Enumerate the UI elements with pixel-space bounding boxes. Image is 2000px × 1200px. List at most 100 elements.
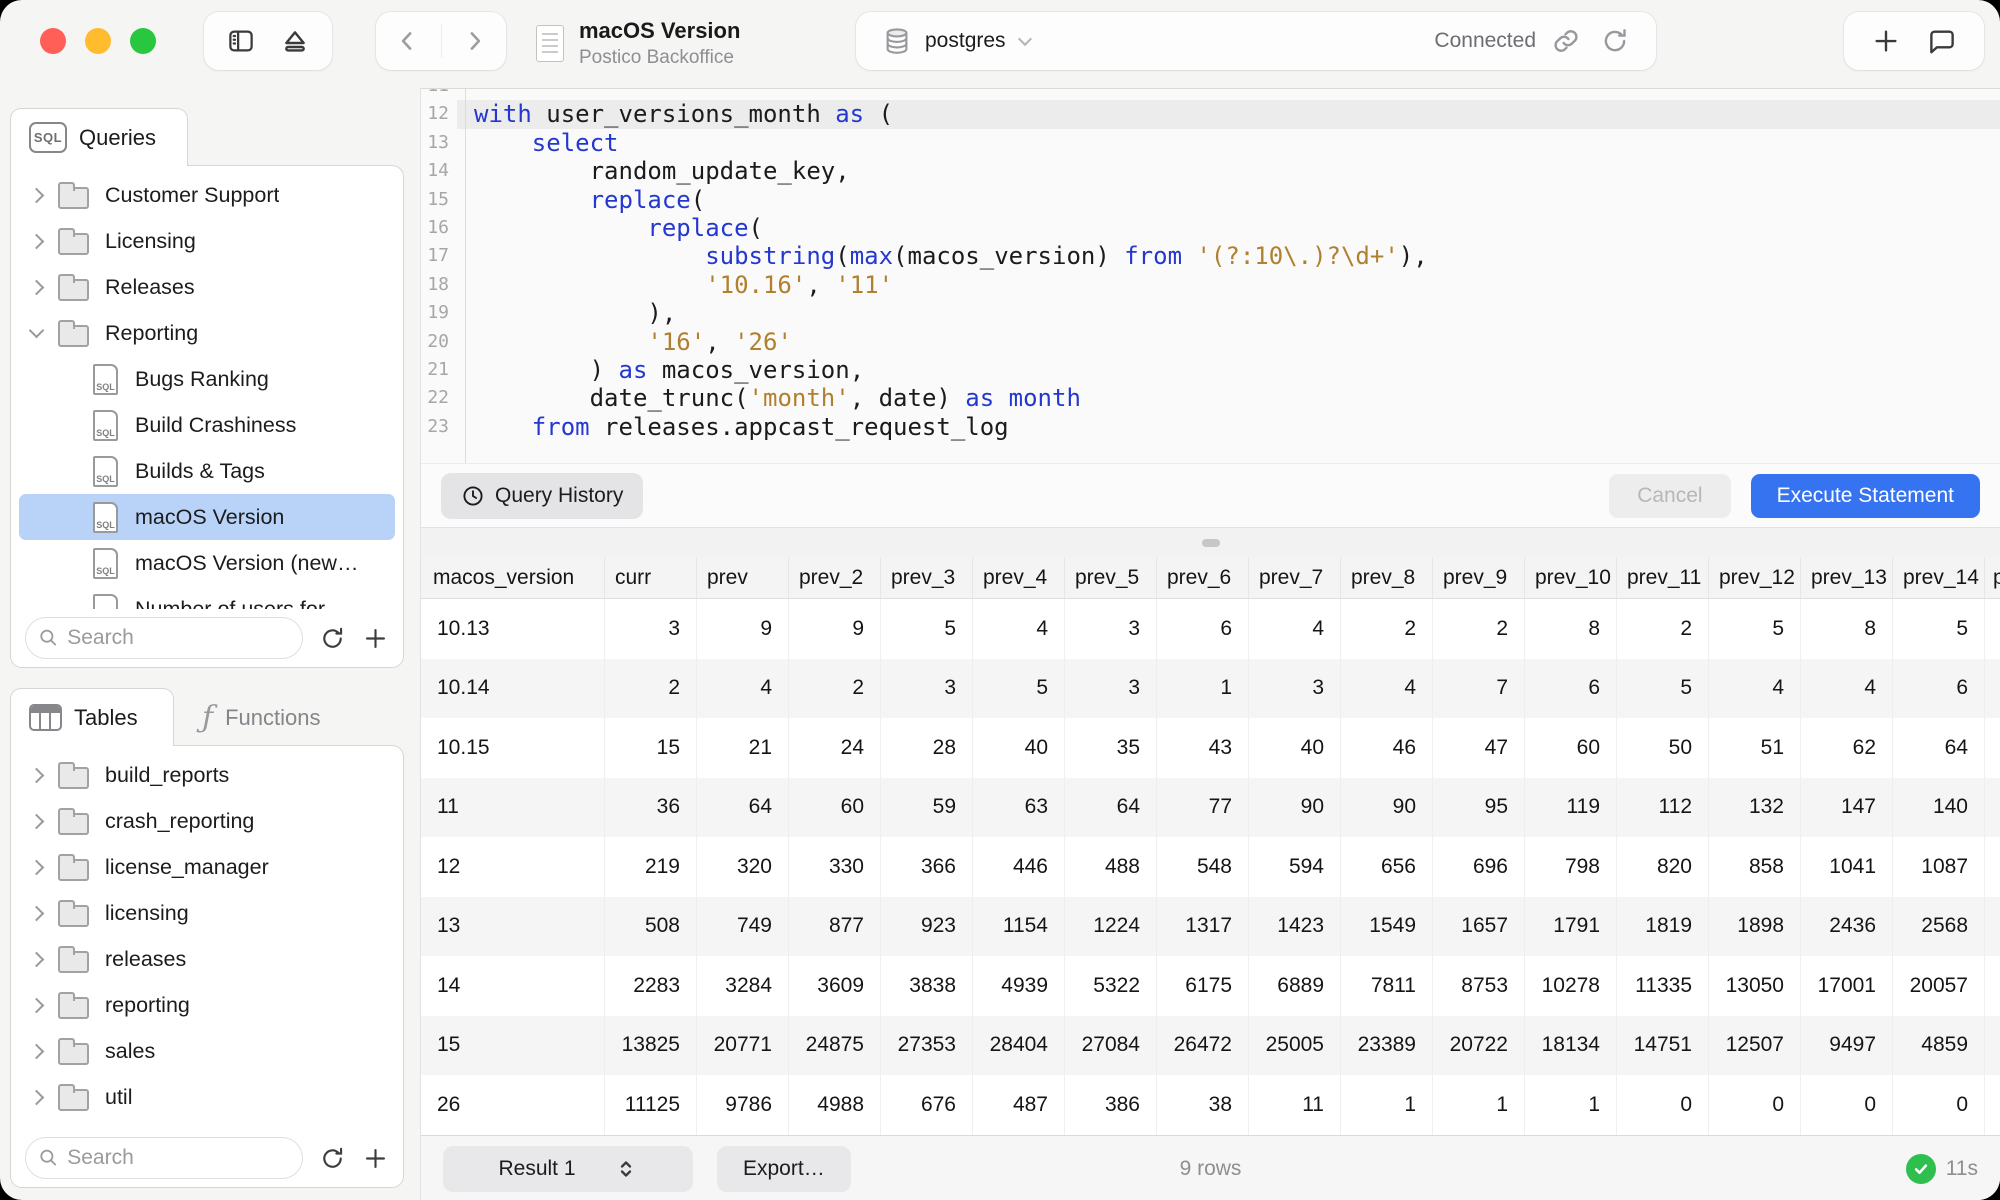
schema-folder-releases[interactable]: releases	[19, 936, 395, 982]
column-header-prev-14[interactable]: prev_14	[1893, 557, 1985, 599]
column-header-prev-2[interactable]: prev_2	[789, 557, 881, 599]
feedback-button[interactable]	[1927, 26, 1957, 56]
code-line-12[interactable]: 12with user_versions_month as (	[421, 100, 2000, 128]
column-header-prev[interactable]: prev	[697, 557, 789, 599]
schema-folder-reporting[interactable]: reporting	[19, 982, 395, 1028]
chevron-right-icon[interactable]	[29, 813, 45, 829]
query-item-bugs-ranking[interactable]: Bugs Ranking	[19, 356, 395, 402]
cancel-button[interactable]: Cancel	[1609, 474, 1730, 518]
result-row-10-14[interactable]: 10.14242353134765446	[421, 659, 2000, 719]
column-header-prev-5[interactable]: prev_5	[1065, 557, 1157, 599]
column-header-curr[interactable]: curr	[605, 557, 697, 599]
zoom-button[interactable]	[130, 28, 156, 54]
schema-folder-build-reports[interactable]: build_reports	[19, 752, 395, 798]
queries-refresh-button[interactable]	[319, 625, 346, 652]
result-row-11[interactable]: 1136646059636477909095119112132147140	[421, 778, 2000, 838]
chevron-right-icon[interactable]	[29, 905, 45, 921]
column-header-macos-version[interactable]: macos_version	[421, 557, 605, 599]
code-line-16[interactable]: 16 replace(	[421, 214, 2000, 242]
reconnect-button[interactable]	[1600, 25, 1630, 57]
queries-add-button[interactable]	[362, 625, 389, 652]
query-item-macos-version-new[interactable]: macOS Version (new…	[19, 540, 395, 586]
execute-statement-button[interactable]: Execute Statement	[1751, 474, 1980, 518]
code-line-14[interactable]: 14 random_update_key,	[421, 157, 2000, 185]
result-selector-button[interactable]: Result 1	[443, 1146, 693, 1192]
column-header-prev-8[interactable]: prev_8	[1341, 557, 1433, 599]
chevron-right-icon[interactable]	[29, 279, 45, 295]
sql-editor[interactable]: 1112with user_versions_month as (13 sele…	[421, 89, 2000, 463]
query-item-number-of-users-for[interactable]: Number of users for…	[19, 586, 395, 609]
result-row-26[interactable]: 26111259786498867648738638111110000	[421, 1075, 2000, 1135]
code-line-11[interactable]: 11	[421, 89, 2000, 100]
column-header-prev-10[interactable]: prev_10	[1525, 557, 1617, 599]
column-header-prev-3[interactable]: prev_3	[881, 557, 973, 599]
code-line-18[interactable]: 18 '10.16', '11'	[421, 271, 2000, 299]
chevron-right-icon[interactable]	[29, 1089, 45, 1105]
tab-queries[interactable]: SQL Queries	[10, 108, 188, 166]
queries-search-input[interactable]	[67, 626, 294, 650]
query-item-builds-tags[interactable]: Builds & Tags	[19, 448, 395, 494]
splitter-handle[interactable]	[1202, 539, 1220, 547]
folder-item-releases[interactable]: Releases	[19, 264, 395, 310]
folder-item-customer-support[interactable]: Customer Support	[19, 172, 395, 218]
query-item-build-crashiness[interactable]: Build Crashiness	[19, 402, 395, 448]
chevron-right-icon[interactable]	[29, 1043, 45, 1059]
column-header-prev-7[interactable]: prev_7	[1249, 557, 1341, 599]
tables-refresh-button[interactable]	[319, 1145, 346, 1172]
folder-item-licensing[interactable]: Licensing	[19, 218, 395, 264]
pane-splitter[interactable]	[421, 527, 2000, 557]
close-button[interactable]	[40, 28, 66, 54]
chevron-down-icon[interactable]	[1017, 32, 1031, 46]
folder-item-reporting[interactable]: Reporting	[19, 310, 395, 356]
column-header-prev-11[interactable]: prev_11	[1617, 557, 1709, 599]
column-header-prev-13[interactable]: prev_13	[1801, 557, 1893, 599]
chevron-right-icon[interactable]	[29, 233, 45, 249]
code-line-15[interactable]: 15 replace(	[421, 186, 2000, 214]
schema-folder-license-manager[interactable]: license_manager	[19, 844, 395, 890]
export-button[interactable]: Export…	[717, 1146, 851, 1192]
result-row-13[interactable]: 1350874987792311541224131714231549165717…	[421, 897, 2000, 957]
chevron-right-icon[interactable]	[29, 859, 45, 875]
column-header-prev-9[interactable]: prev_9	[1433, 557, 1525, 599]
query-history-button[interactable]: Query History	[441, 473, 643, 519]
tables-search-field[interactable]	[25, 1137, 303, 1179]
code-line-13[interactable]: 13 select	[421, 129, 2000, 157]
column-header-prev-4[interactable]: prev_4	[973, 557, 1065, 599]
chevron-right-icon[interactable]	[29, 997, 45, 1013]
minimize-button[interactable]	[85, 28, 111, 54]
disconnect-button[interactable]	[278, 25, 312, 57]
queries-search-field[interactable]	[25, 617, 303, 659]
code-line-19[interactable]: 19 ),	[421, 299, 2000, 327]
forward-button[interactable]	[461, 26, 487, 56]
result-row-10-13[interactable]: 10.13399543642282585	[421, 599, 2000, 659]
code-line-17[interactable]: 17 substring(max(macos_version) from '(?…	[421, 242, 2000, 270]
back-button[interactable]	[395, 26, 421, 56]
column-header-prev-6[interactable]: prev_6	[1157, 557, 1249, 599]
tables-add-button[interactable]	[362, 1145, 389, 1172]
schema-folder-licensing[interactable]: licensing	[19, 890, 395, 936]
result-row-14[interactable]: 1422833284360938384939532261756889781187…	[421, 956, 2000, 1016]
tab-tables[interactable]: Tables	[10, 688, 174, 746]
chevron-right-icon[interactable]	[29, 767, 45, 783]
result-row-10-15[interactable]: 10.15152124284035434046476050516264	[421, 718, 2000, 778]
query-item-macos-version[interactable]: macOS Version	[19, 494, 395, 540]
code-line-22[interactable]: 22 date_trunc('month', date) as month	[421, 384, 2000, 412]
tables-search-input[interactable]	[67, 1146, 294, 1170]
schema-folder-crash-reporting[interactable]: crash_reporting	[19, 798, 395, 844]
schema-folder-util[interactable]: util	[19, 1074, 395, 1120]
database-selector[interactable]: postgres	[925, 29, 1006, 53]
result-row-15[interactable]: 1513825207712487527353284042708426472250…	[421, 1016, 2000, 1076]
schema-folder-sales[interactable]: sales	[19, 1028, 395, 1074]
toggle-sidebar-button[interactable]	[224, 26, 258, 56]
code-line-21[interactable]: 21 ) as macos_version,	[421, 356, 2000, 384]
new-item-button[interactable]	[1871, 26, 1901, 56]
result-row-12[interactable]: 1221932033036644648854859465669679882085…	[421, 837, 2000, 897]
code-line-23[interactable]: 23 from releases.appcast_request_log	[421, 413, 2000, 441]
column-header-prev-12[interactable]: prev_12	[1709, 557, 1801, 599]
column-header-clipped[interactable]: p	[1985, 557, 2000, 599]
tab-functions[interactable]: ƒ Functions	[188, 694, 335, 742]
chevron-right-icon[interactable]	[29, 187, 45, 203]
chevron-down-icon[interactable]	[29, 323, 45, 339]
chevron-right-icon[interactable]	[29, 951, 45, 967]
code-line-20[interactable]: 20 '16', '26'	[421, 328, 2000, 356]
